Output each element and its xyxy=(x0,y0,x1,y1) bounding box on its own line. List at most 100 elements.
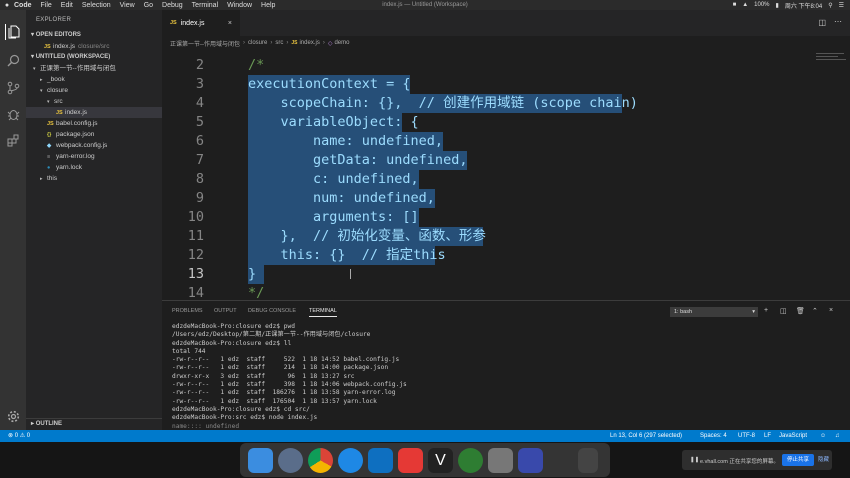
vim-app-icon[interactable]: V xyxy=(428,448,453,473)
tree-file-webpack-config[interactable]: ◆ webpack.config.js xyxy=(26,140,162,151)
clock[interactable]: 周六 下午8:04 xyxy=(785,1,822,10)
editor-tabs: JS index.js × ◫ ⋯ xyxy=(162,10,850,36)
extensions-icon[interactable] xyxy=(5,132,21,148)
symbol-icon: ◇ xyxy=(327,40,333,47)
code-line[interactable]: scopeChain: {}, // 创建作用域链 (scope chain) xyxy=(248,94,638,113)
encoding[interactable]: UTF-8 xyxy=(738,430,755,442)
system-preferences-icon[interactable] xyxy=(488,448,513,473)
workspace-header[interactable]: ▾ UNTITLED (WORKSPACE) xyxy=(26,52,162,63)
breadcrumb-item[interactable]: closure xyxy=(248,40,267,46)
tab-problems[interactable]: PROBLEMS xyxy=(172,308,203,314)
code-line[interactable]: executionContext = { xyxy=(248,75,411,94)
menu-list-icon[interactable]: ☰ xyxy=(839,2,844,9)
code-line[interactable]: c: undefined, xyxy=(248,170,419,189)
tab-index-js[interactable]: JS index.js × xyxy=(162,10,240,36)
maximize-panel-icon[interactable]: ⌃ xyxy=(812,307,818,315)
cursor-position[interactable]: Ln 13, Col 6 (297 selected) xyxy=(610,430,682,442)
safari-icon[interactable] xyxy=(338,448,363,473)
menu-view[interactable]: View xyxy=(120,2,135,9)
explorer-title: EXPLORER xyxy=(36,17,72,23)
open-editor-item[interactable]: JS index.js closure/src xyxy=(26,41,162,52)
search-icon[interactable] xyxy=(5,52,21,68)
code-line[interactable]: name: undefined, xyxy=(248,132,443,151)
tree-folder-src[interactable]: ▾ src xyxy=(26,96,162,107)
tree-file-index-js[interactable]: JS index.js xyxy=(26,107,162,118)
code-line[interactable]: num: undefined, xyxy=(248,189,435,208)
minimap[interactable] xyxy=(810,50,850,66)
tree-folder-this[interactable]: ▸ this xyxy=(26,173,162,184)
search-icon[interactable]: ⚲ xyxy=(828,2,832,9)
stop-sharing-button[interactable]: 停止共享 xyxy=(782,454,814,466)
feedback-icon[interactable]: ☺ xyxy=(820,430,826,442)
tab-terminal[interactable]: TERMINAL xyxy=(309,308,337,317)
tree-file-yarn-error-log[interactable]: ≡ yarn-error.log xyxy=(26,151,162,162)
menu-help[interactable]: Help xyxy=(261,2,275,9)
debug-icon[interactable] xyxy=(5,106,21,122)
code-line[interactable]: /* xyxy=(248,56,264,75)
status-icon[interactable]: ■ xyxy=(733,2,737,8)
source-control-icon[interactable] xyxy=(5,80,21,96)
trash-icon[interactable]: 🗑 xyxy=(796,307,805,315)
problems-indicator[interactable]: ⊗ 0 ⚠ 0 xyxy=(8,430,30,442)
screen-share-notification: ❚❚ e.vhall.com 正在共享您的屏幕。 停止共享 隐藏 xyxy=(682,450,832,470)
code-line[interactable]: this: {} // 指定this xyxy=(248,246,446,265)
breadcrumb-item[interactable]: src xyxy=(275,40,283,46)
code-line[interactable]: */ xyxy=(248,284,264,300)
more-actions-icon[interactable]: ⋯ xyxy=(834,17,842,26)
line-ending[interactable]: LF xyxy=(764,430,771,442)
settings-gear-icon[interactable] xyxy=(5,408,21,424)
terminal-select[interactable]: 1: bash ▾ xyxy=(670,307,758,317)
tree-folder-course[interactable]: ▾ 正课第一节--作用域与闭包 xyxy=(26,63,162,74)
menu-window[interactable]: Window xyxy=(227,2,252,9)
menu-file[interactable]: File xyxy=(41,2,52,9)
finder-icon[interactable] xyxy=(248,448,273,473)
terminal-line-text: total 744 xyxy=(172,347,206,355)
tab-debug-console[interactable]: DEBUG CONSOLE xyxy=(248,308,296,314)
trash-icon[interactable] xyxy=(578,448,598,473)
hide-button[interactable]: 隐藏 xyxy=(818,454,829,466)
outline-header[interactable]: ▸ OUTLINE xyxy=(26,418,167,430)
terminal-line-text: -rw-r--r-- 1 edz staff 176504 1 18 13:57… xyxy=(172,397,377,405)
breadcrumb-item[interactable]: index.js xyxy=(299,40,319,46)
open-editors-header[interactable]: ▾ OPEN EDITORS xyxy=(26,30,162,41)
tree-folder-closure[interactable]: ▾ closure xyxy=(26,85,162,96)
tree-file-babel-config[interactable]: JS babel.config.js xyxy=(26,118,162,129)
terminal-output[interactable]: edzdeMacBook-Pro:closure edz$ pwd/Users/… xyxy=(172,323,407,442)
explorer-icon[interactable] xyxy=(5,24,22,40)
language-mode[interactable]: JavaScript xyxy=(779,430,807,442)
app-green-icon[interactable] xyxy=(458,448,483,473)
code-line[interactable]: } xyxy=(248,265,256,284)
new-terminal-icon[interactable]: + xyxy=(764,307,768,314)
tab-output[interactable]: OUTPUT xyxy=(214,308,237,314)
video-app-icon[interactable] xyxy=(398,448,423,473)
tree-file-yarn-lock[interactable]: ● yarn.lock xyxy=(26,162,162,173)
code-line[interactable]: getData: undefined, xyxy=(248,151,467,170)
indentation[interactable]: Spaces: 4 xyxy=(700,430,727,442)
vscode-icon[interactable] xyxy=(368,448,393,473)
close-icon[interactable]: × xyxy=(228,20,232,27)
menu-go[interactable]: Go xyxy=(144,2,153,9)
breadcrumb-item[interactable]: demo xyxy=(334,40,349,46)
menu-selection[interactable]: Selection xyxy=(82,2,111,9)
menu-edit[interactable]: Edit xyxy=(61,2,73,9)
chrome-icon[interactable] xyxy=(308,448,333,473)
split-terminal-icon[interactable]: ◫ xyxy=(780,307,787,315)
breadcrumb-item[interactable]: 正课第一节--作用域与闭包 xyxy=(170,39,240,48)
close-panel-icon[interactable]: × xyxy=(829,307,833,314)
menu-app[interactable]: Code xyxy=(14,2,32,9)
tree-file-package-json[interactable]: {} package.json xyxy=(26,129,162,140)
code-editor[interactable]: 2 /* 3 executionContext = {4 scopeChain: {}… xyxy=(162,50,850,300)
menu-debug[interactable]: Debug xyxy=(162,2,183,9)
menu-terminal[interactable]: Terminal xyxy=(192,2,218,9)
wifi-icon[interactable]: ▲ xyxy=(742,2,748,8)
code-line[interactable]: variableObject: { xyxy=(248,113,419,132)
activity-monitor-icon[interactable] xyxy=(518,448,543,473)
split-editor-icon[interactable]: ◫ xyxy=(818,18,826,27)
code-line[interactable]: }, // 初始化变量、函数、形参 xyxy=(248,227,486,246)
bell-icon[interactable]: ♫ xyxy=(835,430,840,442)
tree-folder-book[interactable]: ▸ _book xyxy=(26,74,162,85)
apple-icon[interactable]: ● xyxy=(0,2,14,9)
launchpad-icon[interactable] xyxy=(278,448,303,473)
code-line[interactable]: arguments: [] xyxy=(248,208,419,227)
battery-percent[interactable]: 100% xyxy=(754,2,769,8)
